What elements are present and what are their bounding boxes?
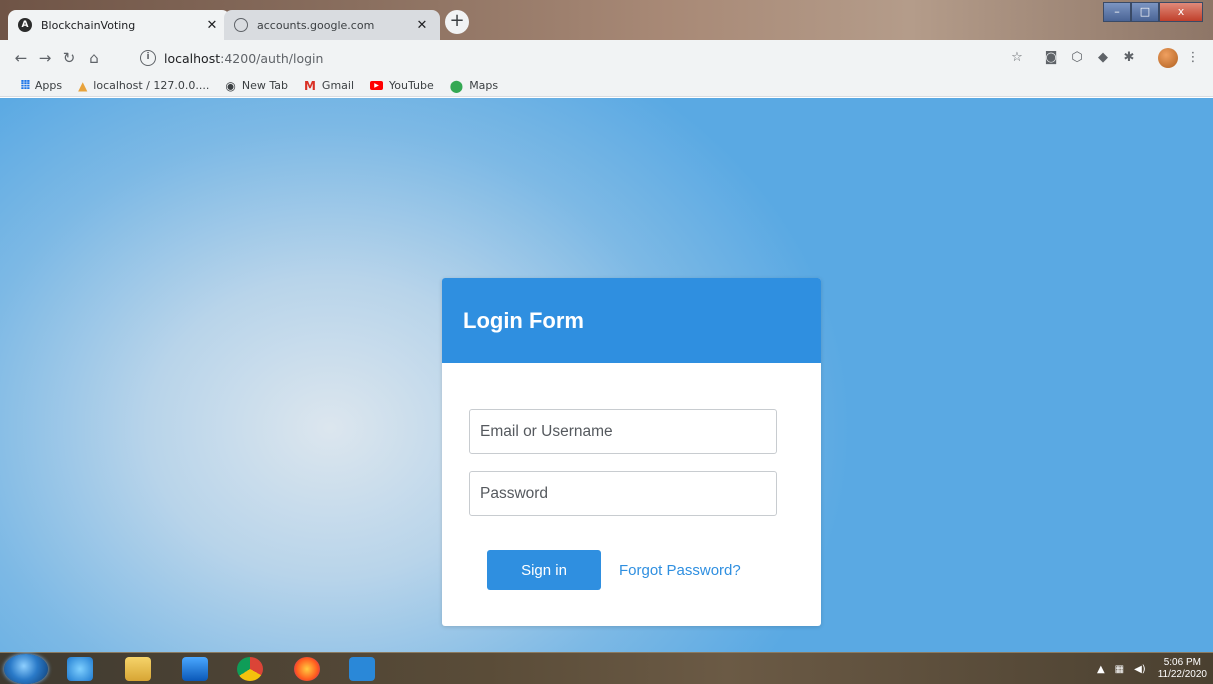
back-arrow-icon[interactable]: ←: [10, 47, 32, 69]
tab-accounts-google[interactable]: accounts.google.com ✕: [224, 10, 440, 40]
globe-icon: ◉: [225, 78, 236, 93]
maximize-button[interactable]: □: [1131, 2, 1159, 22]
login-title: Login Form: [463, 308, 584, 333]
clock-date: 11/22/2020: [1157, 669, 1207, 680]
bookmark-apps[interactable]: ⁞⁞⁞ Apps: [20, 78, 62, 93]
sign-in-button[interactable]: Sign in: [487, 550, 601, 590]
email-username-input[interactable]: [469, 409, 777, 454]
bookmark-star-icon[interactable]: ☆: [1008, 49, 1026, 67]
home-icon[interactable]: ⌂: [83, 47, 105, 69]
media-player-icon: [182, 657, 208, 681]
tab-title: accounts.google.com: [257, 18, 375, 32]
system-tray: ▲ ▦ ◀) 5:06 PM 11/22/2020: [1087, 656, 1207, 682]
puzzle-icon[interactable]: ✱: [1120, 49, 1138, 67]
tab-blockchainvoting[interactable]: A BlockchainVoting ✕: [8, 10, 230, 40]
vscode-icon: [349, 657, 375, 681]
login-card: Login Form Sign in Forgot Password?: [442, 278, 821, 626]
bookmark-new-tab[interactable]: ◉ New Tab: [225, 79, 288, 93]
url-path: :4200/auth/login: [220, 50, 324, 66]
profile-avatar[interactable]: [1158, 48, 1178, 68]
reload-icon[interactable]: ↻: [58, 47, 80, 69]
close-tab-icon[interactable]: ✕: [204, 18, 220, 33]
extension-icon[interactable]: ◆: [1094, 49, 1112, 67]
taskbar-vscode[interactable]: [340, 655, 384, 683]
menu-kebab-icon[interactable]: ⋮: [1184, 49, 1202, 67]
taskbar-firefox[interactable]: [285, 655, 329, 683]
youtube-icon: ▶: [370, 81, 384, 90]
url-host: localhost: [164, 50, 221, 66]
firefox-icon: [294, 657, 320, 681]
clock-time: 5:06 PM: [1163, 657, 1201, 668]
network-icon[interactable]: ▦: [1115, 664, 1124, 675]
browser-tab-strip: A BlockchainVoting ✕ accounts.google.com…: [0, 0, 1213, 40]
browser-toolbar: ← → ↻ ⌂ i localhost:4200/auth/login ☆ ◙ …: [0, 40, 1213, 75]
globe-icon: [234, 18, 248, 32]
camera-extension-icon[interactable]: ◙: [1042, 49, 1060, 67]
password-input[interactable]: [469, 471, 777, 516]
new-tab-button[interactable]: +: [445, 10, 469, 34]
tab-title: BlockchainVoting: [41, 18, 136, 32]
forgot-password-link[interactable]: Forgot Password?: [619, 562, 741, 579]
angular-icon: A: [18, 18, 32, 32]
taskbar-chrome[interactable]: [228, 655, 272, 683]
gmail-icon: M: [303, 78, 316, 93]
folder-icon: [125, 657, 151, 681]
shield-extension-icon[interactable]: ⬡: [1068, 49, 1086, 67]
phpmyadmin-icon: ▲: [78, 78, 88, 93]
chrome-icon: [237, 657, 263, 681]
address-bar[interactable]: i localhost:4200/auth/login: [134, 46, 994, 70]
forward-arrow-icon[interactable]: →: [34, 47, 56, 69]
window-controls: – □ x: [1103, 2, 1203, 22]
bookmark-maps[interactable]: ⬤ Maps: [450, 79, 498, 93]
bookmark-localhost[interactable]: ▲ localhost / 127.0.0....: [78, 79, 209, 93]
bookmark-gmail[interactable]: M Gmail: [304, 79, 354, 93]
taskbar-internet-explorer[interactable]: [58, 655, 102, 683]
close-tab-icon[interactable]: ✕: [414, 18, 430, 33]
volume-icon[interactable]: ◀): [1134, 664, 1146, 675]
bookmarks-bar: ⁞⁞⁞ Apps ▲ localhost / 127.0.0.... ◉ New Ta…: [0, 75, 1213, 97]
maps-pin-icon: ⬤: [449, 78, 464, 93]
taskbar-file-explorer[interactable]: [116, 655, 160, 683]
site-info-icon[interactable]: i: [140, 50, 156, 66]
show-hidden-icons-icon[interactable]: ▲: [1097, 664, 1105, 675]
bookmark-youtube[interactable]: ▶ YouTube: [370, 79, 434, 92]
taskbar-media-player[interactable]: [173, 655, 217, 683]
windows-taskbar: ▲ ▦ ◀) 5:06 PM 11/22/2020: [0, 652, 1213, 684]
clock[interactable]: 5:06 PM 11/22/2020: [1158, 657, 1207, 681]
login-card-header: Login Form: [442, 278, 821, 363]
close-window-button[interactable]: x: [1159, 2, 1203, 22]
minimize-button[interactable]: –: [1103, 2, 1131, 22]
start-button[interactable]: [4, 654, 48, 684]
apps-grid-icon: ⁞⁞⁞: [20, 78, 31, 93]
page-content: Login Form Sign in Forgot Password?: [0, 98, 1213, 652]
internet-explorer-icon: [67, 657, 93, 681]
